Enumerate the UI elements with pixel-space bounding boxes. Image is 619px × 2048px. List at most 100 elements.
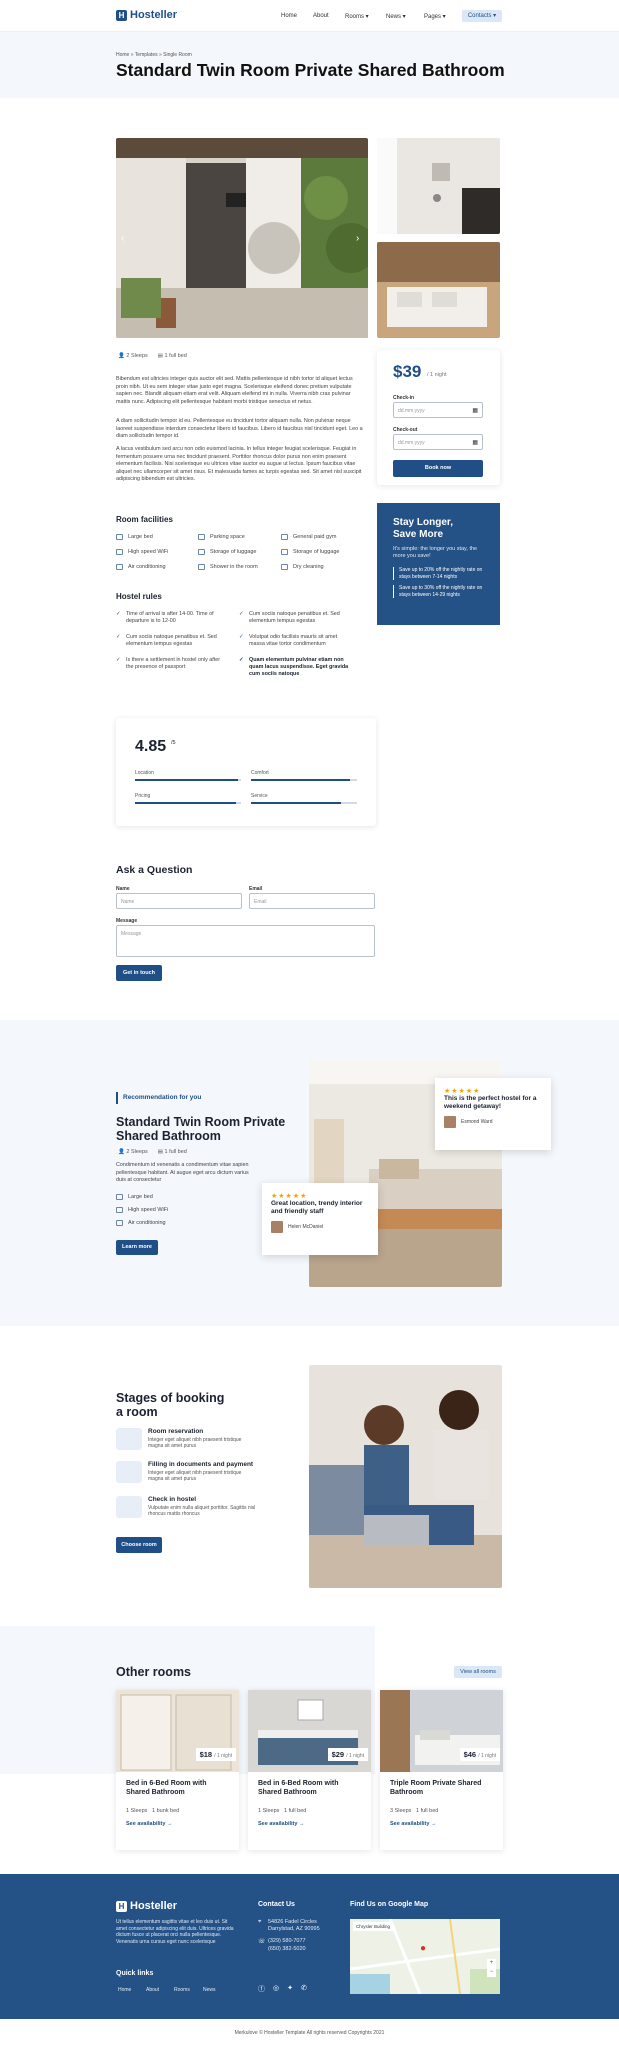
stage-description: Vulputate enim nulla aliquet porttitor. … [148, 1505, 256, 1517]
bed-info: ▤ 1 full bed [158, 1149, 187, 1155]
whatsapp-icon[interactable]: ✆ [301, 1984, 307, 1994]
luggage-icon [198, 549, 205, 555]
facility-label: High speed WiFi [128, 549, 169, 555]
rating-bar-fill [251, 779, 350, 781]
footer-link-home[interactable]: Home [118, 1987, 131, 1994]
air-conditioning-icon [116, 564, 123, 570]
price: $39 [393, 362, 422, 381]
rating-card: 4.85 /5 Location Comfort Pricing Service [116, 718, 376, 826]
room-meta: 👤 2 Sleeps ▤ 1 full bed [118, 353, 187, 359]
facility-label: Air conditioning [128, 564, 166, 570]
reviewer: Esmond Ward [444, 1116, 542, 1128]
rating-bar-location [135, 779, 241, 781]
logo[interactable]: H Hosteller [116, 9, 177, 21]
facility-item: Large bed [116, 534, 153, 540]
avatar [444, 1116, 456, 1128]
facility-item: Parking space [198, 534, 245, 540]
book-now-button[interactable]: Book now [393, 460, 483, 477]
facebook-icon[interactable]: ⓕ [258, 1984, 265, 1994]
map-title: Find Us on Google Map [350, 1901, 429, 1908]
footer-link-rooms[interactable]: Rooms [174, 1987, 190, 1994]
google-map[interactable]: Chrysler Building ● + − [350, 1919, 500, 1994]
contacts-button[interactable]: Contacts ▾ [462, 10, 502, 22]
prev-arrow-icon[interactable]: ‹ [121, 233, 124, 244]
email-input[interactable]: Email [249, 893, 375, 909]
get-in-touch-button[interactable]: Get in touch [116, 965, 162, 981]
bed-icon [116, 1194, 123, 1200]
see-availability-link[interactable]: See availability → [390, 1821, 436, 1827]
rating-scale: /5 [171, 740, 176, 746]
next-arrow-icon[interactable]: › [356, 233, 359, 244]
bed-label: 1 full bed [164, 353, 187, 359]
map-place-label: Chrysler Building [353, 1922, 394, 1931]
nav-about[interactable]: About [313, 13, 329, 19]
room-card[interactable]: $29 / 1 night Bed in 6-Bed Room with Sha… [248, 1690, 371, 1850]
rating-bar-fill [135, 802, 236, 804]
rule-item: Volutpat odio facilisis mauris sit amet … [239, 634, 349, 648]
footer-logo[interactable]: H Hosteller [116, 1900, 177, 1912]
stage-title: Filling in documents and payment [148, 1461, 254, 1468]
room-price: $18 / 1 night [195, 1748, 236, 1761]
feature-label: Air conditioning [128, 1220, 166, 1226]
review-card-2: ★★★★★ Great location, trendy interior an… [262, 1183, 378, 1255]
footer-link-news[interactable]: News [203, 1987, 216, 1994]
room-card[interactable]: $46 / 1 night Triple Room Private Shared… [380, 1690, 503, 1850]
reviewer-name: Helen McDaniel [288, 1224, 324, 1230]
room-description-1: Bibendum est ultricies integer quis auct… [116, 376, 353, 405]
room-photo-bathroom[interactable] [377, 138, 500, 234]
map-zoom-controls[interactable]: + − [487, 1959, 496, 1977]
room-title: Bed in 6-Bed Room with Shared Bathroom [126, 1780, 207, 1796]
room-price-value: $46 [463, 1750, 477, 1759]
name-input[interactable]: Name [116, 893, 242, 909]
see-availability-link[interactable]: See availability → [258, 1821, 304, 1827]
message-label: Message [116, 918, 138, 924]
rule-item: Quam elementum pulvinar etiam non quam l… [239, 657, 349, 678]
checkin-input[interactable]: dd.mm.yyyy ▦ [393, 402, 483, 418]
sleeps-label: 1 Sleeps [258, 1808, 280, 1814]
air-conditioning-icon [116, 1220, 123, 1226]
nav-pages[interactable]: Pages ▾ [424, 13, 446, 20]
choose-room-button[interactable]: Choose room [116, 1537, 162, 1553]
parking-icon [198, 534, 205, 540]
footer-phone-1[interactable]: (329) 580-7077 [268, 1938, 306, 1945]
checkout-input[interactable]: dd.mm.yyyy ▦ [393, 434, 483, 450]
footer-link-about[interactable]: About [146, 1987, 159, 1994]
stages-title: Stages of booking a room [116, 1391, 225, 1419]
breadcrumb[interactable]: Home » Templates » Single Room [116, 52, 192, 58]
room-price-unit: / 1 night [346, 1753, 364, 1759]
room-card[interactable]: $18 / 1 night Bed in 6-Bed Room with Sha… [116, 1690, 239, 1850]
see-availability-link[interactable]: See availability → [126, 1821, 172, 1827]
bed-info: ▤ 1 full bed [158, 353, 187, 359]
footer-phone-2[interactable]: (650) 382-5020 [268, 1946, 306, 1953]
room-description-2: A diam sollicitudin tempor id eu. Pellen… [116, 418, 363, 440]
other-rooms-title: Other rooms [116, 1665, 192, 1679]
room-photo-sofa[interactable] [377, 242, 500, 338]
luggage-icon [281, 549, 288, 555]
learn-more-button[interactable]: Learn more [116, 1240, 158, 1255]
nav-rooms[interactable]: Rooms ▾ [345, 13, 369, 20]
stage-description: Integer eget aliquet nibh praesent trist… [148, 1437, 242, 1449]
room-description-3: A lacus vestibulum sed arcu non odio eui… [116, 446, 362, 483]
view-all-rooms-button[interactable]: View all rooms [454, 1666, 502, 1678]
message-textarea[interactable]: Message [116, 925, 375, 957]
logo-text: Hosteller [130, 9, 178, 21]
main-room-photo[interactable]: ‹ › [116, 138, 368, 338]
reservation-icon [116, 1428, 142, 1450]
nav-home[interactable]: Home [281, 13, 297, 19]
sleeps-label: 3 Sleeps [390, 1808, 412, 1814]
feature-label: Large bed [128, 1194, 153, 1200]
sleeps-label: 2 Sleeps [126, 353, 148, 359]
footer: H Hosteller Ut tellus elementum sagittis … [0, 1874, 619, 2019]
facility-label: Shower in the room [210, 564, 258, 570]
facility-label: Dry cleaning [293, 564, 324, 570]
instagram-icon[interactable]: ◎ [273, 1984, 279, 1994]
feature-item: High speed WiFi [116, 1207, 168, 1213]
bed-label: 1 full bed [164, 1149, 187, 1155]
facility-item: Air conditioning [116, 564, 166, 570]
facility-label: Storage of luggage [293, 549, 340, 555]
shower-icon [198, 564, 205, 570]
room-meta: 1 Sleeps 1 full bed [258, 1808, 306, 1814]
twitter-icon[interactable]: ✦ [287, 1984, 293, 1994]
nav-news[interactable]: News ▾ [386, 13, 406, 20]
footer-about: Ut tellus elementum sagittis vitae et le… [116, 1919, 234, 1945]
